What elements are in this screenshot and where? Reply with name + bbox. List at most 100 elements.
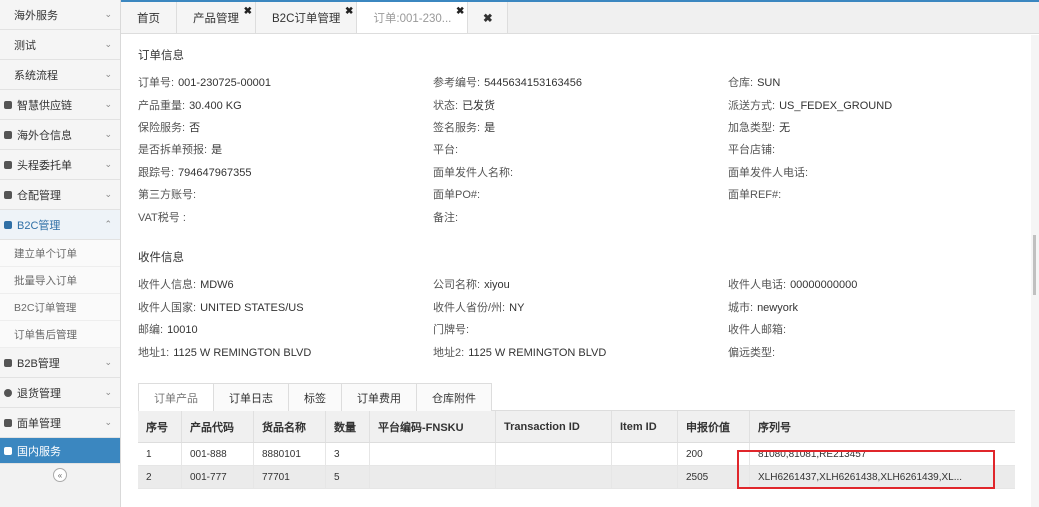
tab-home[interactable]: 首页 <box>121 2 177 33</box>
warehouse-icon <box>4 130 12 139</box>
chevron-up-icon: ⌃ <box>104 219 112 229</box>
field-label: 参考编号: <box>433 77 481 89</box>
table-cell: 8880101 <box>254 443 326 465</box>
field-city: 城市: newyork <box>728 299 798 315</box>
field-value: 否 <box>189 122 201 134</box>
table-cell: 001-777 <box>182 466 254 488</box>
field-remark: 备注: <box>433 209 462 225</box>
field-receiver-country: 收件人国家: UNITED STATES/US <box>138 299 304 315</box>
field-zip: 邮编: 10010 <box>138 321 198 337</box>
column-header[interactable]: 序号 <box>138 411 182 442</box>
sidebar-item-fulfillment[interactable]: 仓配管理 ⌄ <box>0 180 120 210</box>
field-label: 是否拆单预报: <box>138 144 208 156</box>
sidebar-subitem-create-order[interactable]: 建立单个订单 <box>0 240 120 267</box>
tab-product-management[interactable]: 产品管理 ✖ <box>177 2 256 33</box>
sidebar-subitem-after-sales[interactable]: 订单售后管理 <box>0 321 120 348</box>
field-value: 是 <box>484 122 496 134</box>
sidebar-item-overseas-service[interactable]: 海外服务 ⌄ <box>0 0 120 30</box>
chevron-down-icon: ⌄ <box>104 99 112 109</box>
field-label: 备注: <box>433 212 459 224</box>
tab-label: 产品管理 <box>193 12 239 25</box>
column-header[interactable]: 数量 <box>326 411 370 442</box>
field-split-forecast: 是否拆单预报: 是 <box>138 141 222 157</box>
field-label: 签名服务: <box>433 122 481 134</box>
column-header[interactable]: 货品名称 <box>254 411 326 442</box>
sidebar-item-supply-chain[interactable]: 智慧供应链 ⌄ <box>0 90 120 120</box>
field-value: NY <box>509 302 525 314</box>
sidebar-subitem-batch-import[interactable]: 批量导入订单 <box>0 267 120 294</box>
field-insurance: 保险服务: 否 <box>138 119 200 135</box>
tab-label: 订单产品 <box>154 392 198 405</box>
table-cell: 3 <box>326 443 370 465</box>
field-label: 第三方账号: <box>138 189 197 201</box>
sidebar-subitem-label: B2C订单管理 <box>14 301 77 314</box>
chevron-down-icon: ⌄ <box>104 159 112 169</box>
tab-label: 订单:001-230... <box>373 12 452 25</box>
column-header[interactable]: Transaction ID <box>496 411 612 442</box>
tab-order-fees[interactable]: 订单费用 <box>341 383 417 411</box>
tab-labels[interactable]: 标签 <box>288 383 342 411</box>
table-cell <box>612 443 678 465</box>
close-all-tabs-button[interactable]: ✖ <box>468 2 509 33</box>
tab-b2c-orders[interactable]: B2C订单管理 ✖ <box>256 2 358 33</box>
table-cell <box>370 443 496 465</box>
column-header[interactable]: 序列号 <box>750 411 1015 442</box>
sidebar-collapse-row: « <box>0 464 120 486</box>
sidebar-item-b2b[interactable]: B2B管理 ⌄ <box>0 348 120 378</box>
tab-label: 仓库附件 <box>432 392 476 405</box>
table-cell: 1 <box>138 443 182 465</box>
tab-order-products[interactable]: 订单产品 <box>138 383 214 411</box>
field-receiver-phone: 收件人电话: 00000000000 <box>728 276 857 292</box>
field-value: 1125 W REMINGTON BLVD <box>468 347 607 359</box>
sidebar-item-label: 测试 <box>14 39 36 52</box>
field-value: 5445634153163456 <box>484 77 582 89</box>
chevron-down-icon: ⌄ <box>104 417 112 427</box>
field-value: 30.400 KG <box>189 100 242 112</box>
tab-order-detail[interactable]: 订单:001-230... ✖ <box>357 2 469 33</box>
scrollbar-thumb[interactable] <box>1033 235 1036 295</box>
sidebar-item-label: B2C管理 <box>17 219 61 232</box>
chevron-down-icon: ⌄ <box>104 69 112 79</box>
column-header[interactable]: Item ID <box>612 411 678 442</box>
sidebar-item-first-leg[interactable]: 头程委托单 ⌄ <box>0 150 120 180</box>
field-label: 平台店铺: <box>728 144 776 156</box>
sidebar-item-overseas-warehouse[interactable]: 海外仓信息 ⌄ <box>0 120 120 150</box>
close-icon[interactable]: ✖ <box>345 6 353 17</box>
field-platform-store: 平台店铺: <box>728 141 779 157</box>
field-ref-no: 参考编号: 5445634153163456 <box>433 74 582 90</box>
column-header[interactable]: 平台编码-FNSKU <box>370 411 496 442</box>
tab-label: 订单费用 <box>357 392 401 405</box>
field-company: 公司名称: xiyou <box>433 276 510 292</box>
collapse-sidebar-button[interactable]: « <box>53 468 67 482</box>
order-detail-panel: 订单信息 订单号: 001-230725-00001 参考编号: 544563415… <box>121 35 1031 507</box>
sidebar-item-test[interactable]: 测试 ⌄ <box>0 30 120 60</box>
sidebar-item-b2c[interactable]: B2C管理 ⌃ <box>0 210 120 240</box>
close-icon[interactable]: ✖ <box>244 6 252 17</box>
field-address1: 地址1: 1125 W REMINGTON BLVD <box>138 344 311 360</box>
field-receiver-name: 收件人信息: MDW6 <box>138 276 234 292</box>
field-label: VAT税号 : <box>138 212 186 224</box>
field-value: 已发货 <box>462 100 496 112</box>
field-third-party-account: 第三方账号: <box>138 186 200 202</box>
field-value: MDW6 <box>200 279 234 291</box>
sidebar-item-system-flow[interactable]: 系统流程 ⌄ <box>0 60 120 90</box>
column-header[interactable]: 产品代码 <box>182 411 254 442</box>
sidebar-item-returns[interactable]: 退货管理 ⌄ <box>0 378 120 408</box>
sidebar-subitem-b2c-orders[interactable]: B2C订单管理 <box>0 294 120 321</box>
table-cell <box>370 466 496 488</box>
field-label: 产品重量: <box>138 100 186 112</box>
column-header[interactable]: 申报价值 <box>678 411 750 442</box>
tab-order-log[interactable]: 订单日志 <box>213 383 289 411</box>
supply-chain-icon <box>4 100 12 109</box>
close-icon[interactable]: ✖ <box>456 6 464 17</box>
table-cell: 5 <box>326 466 370 488</box>
field-sender-phone: 面单发件人电话: <box>728 164 812 180</box>
sidebar-item-domestic[interactable]: 国内服务 <box>0 438 120 464</box>
tab-label: B2C订单管理 <box>272 12 341 25</box>
field-label: 收件人省份/州: <box>433 302 506 314</box>
field-label: 跟踪号: <box>138 167 175 179</box>
field-value: 794647967355 <box>178 167 252 179</box>
tab-warehouse-attachments[interactable]: 仓库附件 <box>416 383 492 411</box>
sidebar-item-labels[interactable]: 面单管理 ⌄ <box>0 408 120 438</box>
vertical-scrollbar[interactable] <box>1031 35 1039 507</box>
